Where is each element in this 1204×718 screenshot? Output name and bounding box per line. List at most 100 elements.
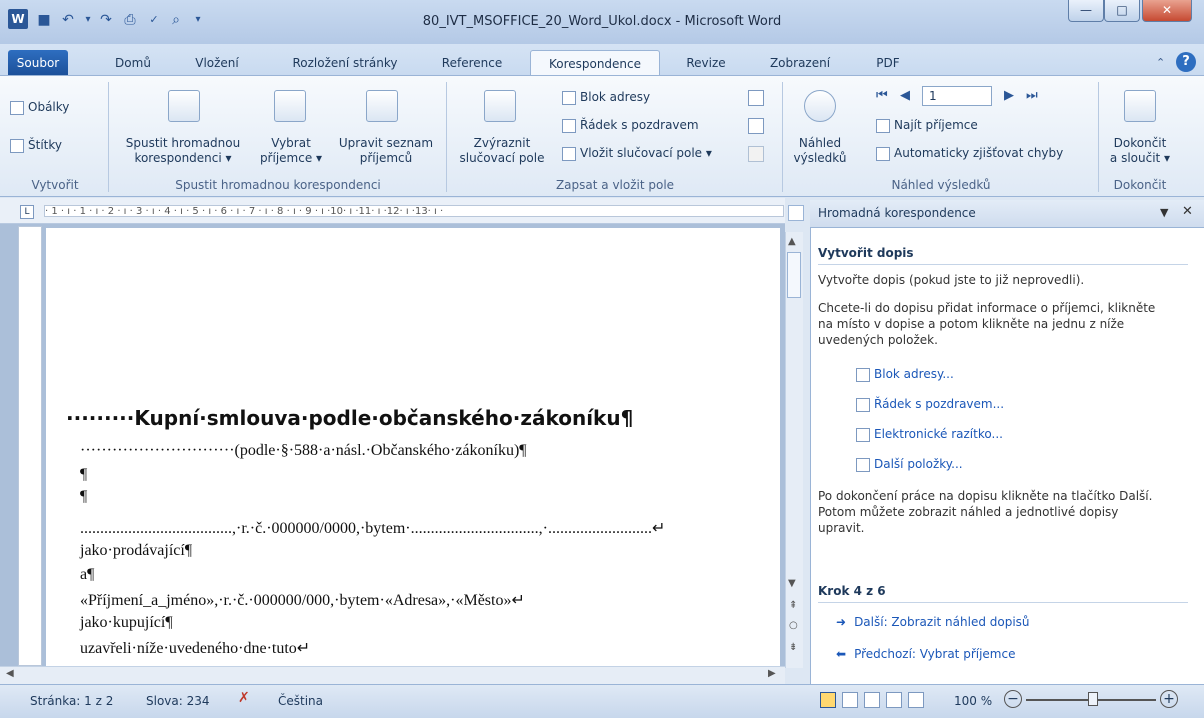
agreement-line[interactable]: uzavřeli·níže·uvedeného·dne·tuto↵ <box>80 638 310 658</box>
paragraph-mark[interactable]: ¶ <box>80 488 87 506</box>
horizontal-scrollbar[interactable] <box>0 666 785 684</box>
tab-references[interactable]: Reference <box>432 50 512 76</box>
envelopes-button[interactable]: Obálky <box>10 100 69 115</box>
group-divider <box>108 82 109 192</box>
pane-info-1: Chcete-li do dopisu přidat informace o p… <box>818 301 1156 315</box>
minimize-button[interactable]: — <box>1068 0 1104 22</box>
pane-close-icon[interactable]: ✕ <box>1182 204 1193 219</box>
previous-step-link[interactable]: ⬅ Předchozí: Vybrat příjemce <box>836 646 1015 662</box>
zoom-out-icon[interactable]: − <box>1004 690 1022 708</box>
pane-options-icon[interactable]: ▼ <box>1160 206 1168 219</box>
language[interactable]: Čeština <box>278 694 323 708</box>
zoom-in-icon[interactable]: + <box>1160 690 1178 708</box>
select-recipients-label-2: příjemce ▾ <box>259 151 323 165</box>
start-mail-merge-label-2: korespondenci ▾ <box>134 151 232 165</box>
word-count[interactable]: Slova: 234 <box>146 694 210 708</box>
pane-finish-2: Potom můžete zobrazit náhled a jednotliv… <box>818 505 1119 519</box>
scroll-thumb[interactable] <box>787 252 801 298</box>
tab-review[interactable]: Revize <box>676 50 736 76</box>
help-icon[interactable]: ? <box>1176 52 1196 72</box>
minimize-ribbon-icon[interactable]: ⌃ <box>1156 56 1165 69</box>
highlight-fields-label-2: slučovací pole <box>459 151 545 165</box>
next-step-link[interactable]: ➜ Další: Zobrazit náhled dopisů <box>836 614 1030 630</box>
view-outline-icon[interactable] <box>886 692 902 708</box>
close-button[interactable]: ✕ <box>1142 0 1192 22</box>
browse-object-icon[interactable]: ○ <box>789 620 798 631</box>
view-ruler-icon[interactable] <box>788 205 804 221</box>
proofing-icon[interactable]: ✗ <box>238 690 250 706</box>
group-label-preview-results: Náhled výsledků <box>891 178 991 192</box>
tab-home[interactable]: Domů <box>108 50 158 76</box>
previous-page-icon[interactable]: ⇞ <box>789 600 797 611</box>
tab-page-layout[interactable]: Rozložení stránky <box>280 50 410 76</box>
scroll-right-icon[interactable]: ▶ <box>768 668 776 679</box>
pane-info-3: uvedených položek. <box>818 333 938 347</box>
view-print-layout-icon[interactable] <box>820 692 836 708</box>
page-count[interactable]: Stránka: 1 z 2 <box>30 694 113 708</box>
paragraph-mark[interactable]: ¶ <box>80 466 87 484</box>
buyer-merge-line[interactable]: «Příjmení_a_jméno»,·r.·č.·000000/000,·by… <box>80 590 525 610</box>
pane-divider <box>818 264 1188 265</box>
highlight-fields-icon <box>484 90 516 122</box>
view-web-layout-icon[interactable] <box>864 692 880 708</box>
greeting-line-button[interactable]: Řádek s pozdravem <box>562 118 699 133</box>
more-items-icon <box>856 457 870 472</box>
view-draft-icon[interactable] <box>908 692 924 708</box>
finish-merge-label-2: a sloučit ▾ <box>1109 151 1171 165</box>
address-block-label: Blok adresy <box>580 90 651 104</box>
next-page-icon[interactable]: ⇟ <box>789 642 797 653</box>
first-record-icon[interactable]: ⏮ <box>876 88 888 103</box>
select-recipients-label-1: Vybrat <box>271 136 311 150</box>
arrow-left-icon: ⬅ <box>836 647 847 661</box>
edit-recipient-list-button[interactable]: Upravit seznam příjemců <box>330 136 442 166</box>
greeting-line-label: Řádek s pozdravem <box>580 118 699 132</box>
buyer-role[interactable]: jako·kupující¶ <box>80 614 173 632</box>
view-full-screen-icon[interactable] <box>842 692 858 708</box>
group-label-write-insert: Zapsat a vložit pole <box>555 178 675 192</box>
seller-role[interactable]: jako·prodávající¶ <box>80 542 192 560</box>
tab-view[interactable]: Zobrazení <box>760 50 840 76</box>
select-recipients-button[interactable]: Vybrat příjemce ▾ <box>254 136 328 166</box>
rules-icon[interactable] <box>748 90 764 106</box>
address-block-link[interactable]: Blok adresy... <box>856 366 954 382</box>
zoom-slider-thumb[interactable] <box>1088 692 1098 706</box>
address-block-button[interactable]: Blok adresy <box>562 90 650 105</box>
scroll-left-icon[interactable]: ◀ <box>6 668 14 679</box>
step-label: Krok 4 z 6 <box>818 584 886 598</box>
start-mail-merge-button[interactable]: Spustit hromadnou korespondenci ▾ <box>112 136 254 166</box>
document-title[interactable]: ·········Kupní·smlouva·podle·občanského·… <box>66 406 633 430</box>
tab-pdf[interactable]: PDF <box>868 50 908 76</box>
greeting-line-link[interactable]: Řádek s pozdravem... <box>856 396 1004 412</box>
last-record-icon[interactable]: ⏭ <box>1026 88 1038 103</box>
tab-insert[interactable]: Vložení <box>184 50 250 76</box>
scroll-up-icon[interactable]: ▲ <box>788 236 796 247</box>
edit-recipient-list-label-2: příjemců <box>359 151 413 165</box>
scroll-down-icon[interactable]: ▼ <box>788 578 796 589</box>
tab-mailings[interactable]: Korespondence <box>530 50 660 76</box>
tab-file[interactable]: Soubor <box>8 50 68 76</box>
group-divider <box>1098 82 1099 192</box>
record-number-input[interactable]: 1 <box>922 86 992 106</box>
envelopes-label: Obálky <box>28 100 70 114</box>
electronic-postage-link-label: Elektronické razítko... <box>874 427 1003 441</box>
previous-record-icon[interactable]: ◀ <box>900 88 910 103</box>
update-labels-icon[interactable] <box>748 146 764 162</box>
electronic-postage-link[interactable]: Elektronické razítko... <box>856 426 1003 442</box>
auto-check-errors-button[interactable]: Automaticky zjišťovat chyby <box>876 146 1063 161</box>
zoom-level[interactable]: 100 % <box>954 694 992 708</box>
insert-merge-field-button[interactable]: Vložit slučovací pole ▾ <box>562 146 712 161</box>
maximize-button[interactable]: □ <box>1104 0 1140 22</box>
next-record-icon[interactable]: ▶ <box>1004 88 1014 103</box>
group-label-create: Vytvořit <box>31 178 79 192</box>
highlight-merge-fields-button[interactable]: Zvýraznit slučovací pole <box>450 136 554 166</box>
labels-button[interactable]: Štítky <box>10 138 62 153</box>
find-recipient-button[interactable]: Najít příjemce <box>876 118 978 133</box>
seller-line[interactable]: ......................................,·… <box>80 518 665 538</box>
finish-merge-button[interactable]: Dokončit a sloučit ▾ <box>1100 136 1180 166</box>
conjunction-line[interactable]: a¶ <box>80 566 94 584</box>
match-fields-icon[interactable] <box>748 118 764 134</box>
preview-results-button[interactable]: Náhled výsledků <box>786 136 854 166</box>
document-subtitle[interactable]: ·····························(podle·§·58… <box>80 442 527 460</box>
more-items-link[interactable]: Další položky... <box>856 456 963 472</box>
tab-selector-icon[interactable]: L <box>20 205 34 219</box>
